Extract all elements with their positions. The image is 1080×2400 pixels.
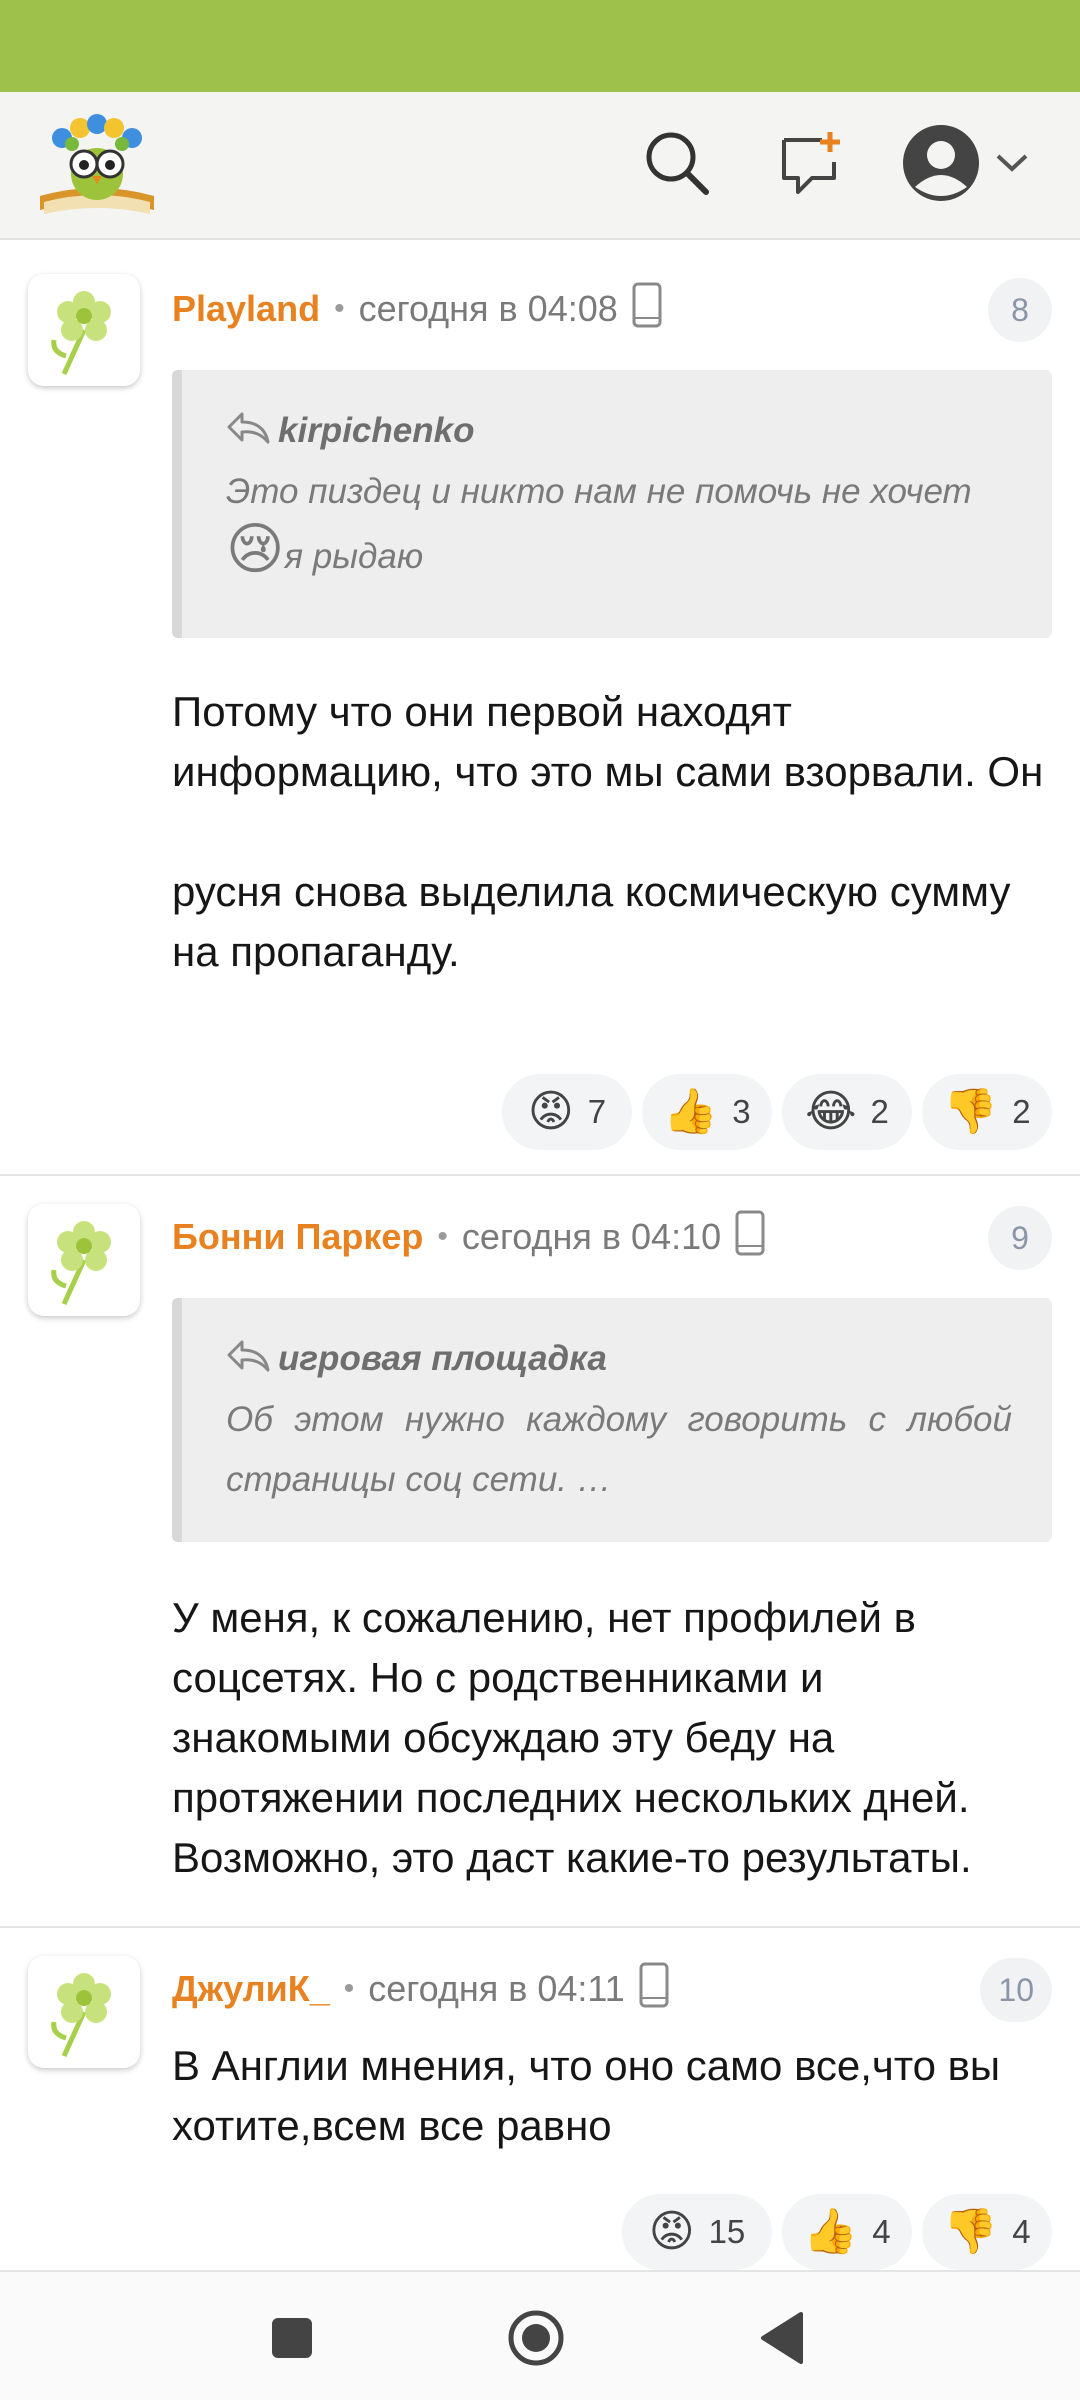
quote-block: игровая площадка Об этом нужно каждому г… [172,1298,1052,1542]
comment-time: сегодня в 04:10 [461,1216,722,1257]
comment-time: сегодня в 04:11 [368,1968,625,2009]
quote-block: kirpichenko Это пиздец и никто нам не по… [172,370,1052,638]
new-post-button[interactable] [766,120,856,210]
back-button[interactable] [742,2300,822,2380]
mobile-device-icon [735,1210,765,1265]
comment-time: сегодня в 04:08 [358,288,618,329]
reply-arrow-icon [226,410,270,453]
comment-text: У меня, к сожалению, нет профилей в соцс… [172,1594,982,1881]
quote-text: Это пиздец и никто нам не помочь не хоче… [226,472,972,582]
reaction-laugh-button[interactable]: 😂 2 [782,1074,912,1150]
home-button[interactable] [496,2300,576,2380]
comment-number[interactable]: 9 [988,1206,1052,1270]
avatar[interactable] [28,274,140,386]
recents-square-icon [269,2315,315,2366]
system-nav-bar [0,2270,1080,2400]
comment-text: Потому что они первой находят информацию… [172,688,1044,975]
home-circle-icon [506,2308,566,2373]
avatar[interactable] [28,1956,140,2068]
reaction-angry-button[interactable]: 😡 7 [502,1074,632,1150]
reaction-dislike-button[interactable]: 👎 2 [922,1074,1052,1150]
quote-text: Об этом нужно каждому говорить с любой с… [226,1400,1012,1499]
comment-item: Бонни Паркер • сегодня в 04:10 9 игровая… [0,1176,1080,1928]
comment-author[interactable]: Бонни Паркер [172,1216,423,1258]
reaction-like-button[interactable]: 👍 3 [642,1074,772,1150]
back-triangle-icon [757,2310,807,2371]
mobile-device-icon [632,282,662,337]
profile-avatar-icon [901,123,981,208]
comment-header: ДжулиК_ • сегодня в 04:11 [172,1962,669,2017]
search-icon [642,128,712,203]
owl-on-book-logo[interactable] [34,110,160,222]
crying-emoji: 😢 [226,517,285,582]
reaction-like-button[interactable]: 👍 4 [782,2194,912,2270]
reaction-angry-button[interactable]: 😡 15 [622,2194,772,2270]
reactions-bar: 😡 15 👍 4 👎 4 [622,2194,1052,2270]
chevron-down-icon [995,152,1029,179]
quote-author[interactable]: игровая площадка [278,1339,607,1379]
app-header [0,92,1080,240]
comment-text: В Англии мнения, что оно само все,что вы… [172,2042,1012,2149]
recents-button[interactable] [252,2300,332,2380]
comment-author[interactable]: ДжулиК_ [172,1968,330,2010]
comment-item: ДжулиК_ • сегодня в 04:11 10 В Англии мн… [0,1928,1080,2270]
profile-menu-button[interactable] [890,120,1040,210]
new-post-icon [776,128,846,203]
comment-author[interactable]: Playland [172,288,320,330]
mobile-device-icon [639,1962,669,2017]
comment-number[interactable]: 10 [980,1958,1052,2022]
reply-arrow-icon [226,1338,270,1381]
comment-number[interactable]: 8 [988,278,1052,342]
status-bar [0,0,1080,92]
search-button[interactable] [632,120,722,210]
reactions-bar: 😡 7 👍 3 😂 2 👎 2 [502,1074,1052,1150]
quote-author[interactable]: kirpichenko [278,411,474,451]
avatar[interactable] [28,1204,140,1316]
reaction-dislike-button[interactable]: 👎 4 [922,2194,1052,2270]
comment-item: Playland • сегодня в 04:08 8 kirpichenko… [0,242,1080,1176]
comment-header: Бонни Паркер • сегодня в 04:10 [172,1210,765,1265]
comment-header: Playland • сегодня в 04:08 [172,282,662,337]
